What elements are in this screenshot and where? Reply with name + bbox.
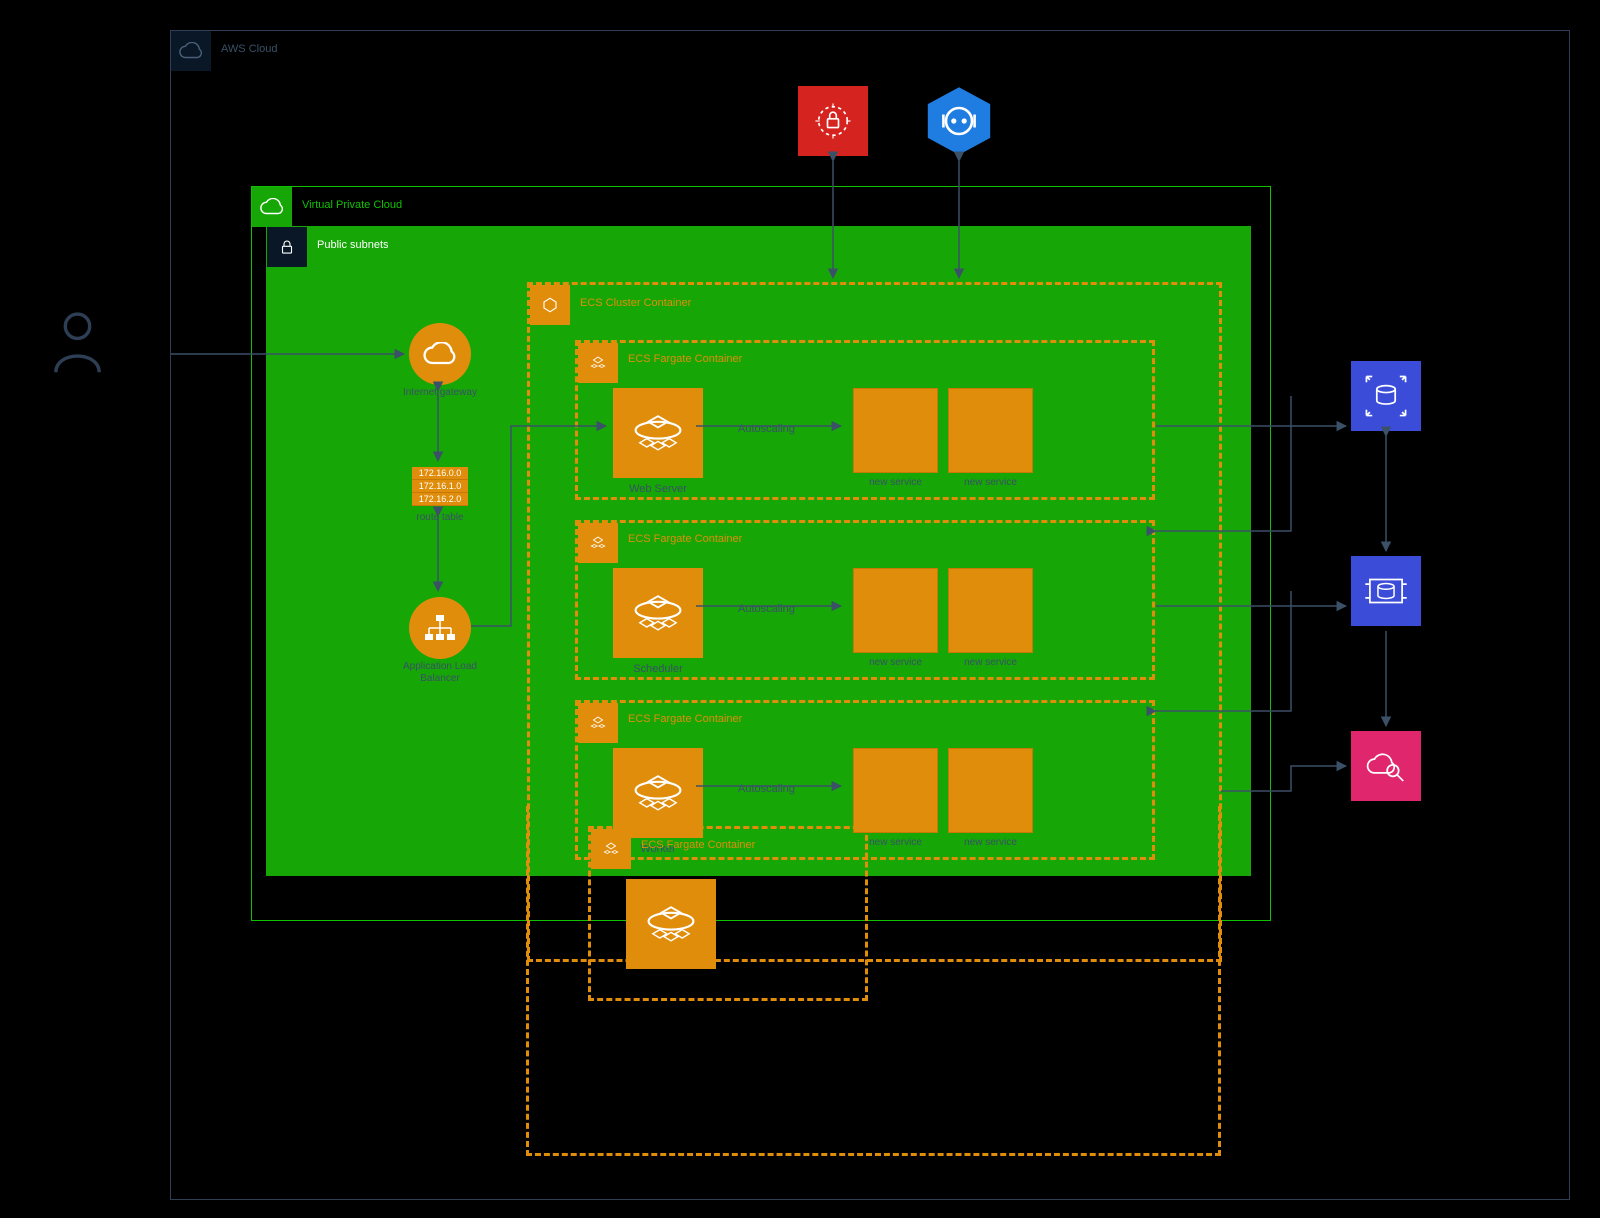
public-subnets-container: Public subnets Internet gateway 172.16.0… [266,226,1251,876]
fargate-icon [578,523,618,563]
aws-cloud-container: AWS Cloud [170,30,1570,1200]
route-row: 172.16.2.0 [412,493,468,506]
lock-icon [267,227,307,267]
svc-label: new service [948,477,1033,488]
ecs-cluster-extension: ECS Fargate Container [526,806,1221,1156]
cloud-icon [171,31,211,71]
fargate-node [626,879,716,969]
fargate-label: ECS Fargate Container [628,533,742,545]
cloud-icon [252,187,292,227]
route-row: 172.16.1.0 [412,480,468,493]
internet-gateway-icon [409,323,471,385]
node-label: Scheduler [613,663,703,675]
svc-label: new service [853,477,938,488]
fargate-label: ECS Fargate Container [628,713,742,725]
ecs-fargate-container-1: ECS Fargate Container Web Server Autosca… [575,340,1155,500]
new-service-box [853,568,938,653]
fargate-label: ECS Fargate Container [641,839,755,851]
ecs-cluster-label: ECS Cluster Container [580,297,691,309]
route-table-label: route table [397,512,483,523]
subnet-label: Public subnets [317,239,389,251]
vpc-label: Virtual Private Cloud [302,199,402,211]
new-service-box [853,388,938,473]
monitoring-service [1351,731,1421,801]
svc-label: new service [853,657,938,668]
new-service-box [948,388,1033,473]
app-config-box [919,81,999,161]
fargate-icon [578,343,618,383]
fargate-icon [578,703,618,743]
user-icon [50,310,105,375]
new-service-box [948,568,1033,653]
alb-icon [409,597,471,659]
autoscaling-label: Autoscaling [738,783,795,795]
storage-service-1 [1351,361,1421,431]
alb-label: Application Load Balancer [399,661,481,685]
igw-label: Internet gateway [399,387,481,399]
scheduler-node [613,568,703,658]
storage-service-2 [1351,556,1421,626]
aws-cloud-label: AWS Cloud [221,43,277,55]
autoscaling-label: Autoscaling [738,603,795,615]
route-table: 172.16.0.0 172.16.1.0 172.16.2.0 [412,467,468,506]
security-service-box [798,86,868,156]
autoscaling-label: Autoscaling [738,423,795,435]
hexagon-icon [530,285,570,325]
ecs-fargate-container-2: ECS Fargate Container Scheduler Autoscal… [575,520,1155,680]
node-label: Web Server [613,483,703,495]
fargate-icon [591,829,631,869]
web-server-node [613,388,703,478]
ecs-fargate-container-4: ECS Fargate Container [588,826,868,1001]
svc-label: new service [948,657,1033,668]
fargate-label: ECS Fargate Container [628,353,742,365]
route-row: 172.16.0.0 [412,467,468,480]
